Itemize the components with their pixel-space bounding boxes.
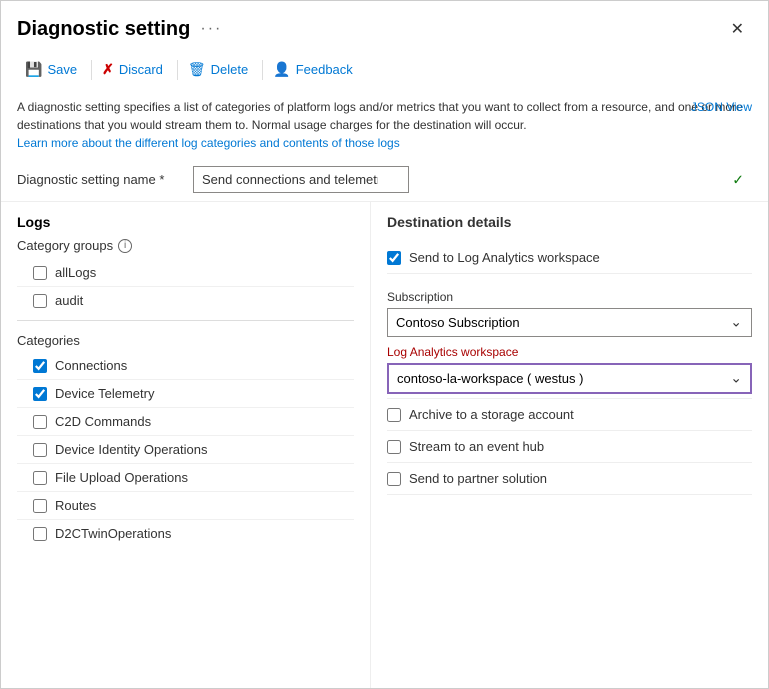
category-groups-list: allLogs audit [17, 259, 354, 314]
diagnostic-setting-dialog: Diagnostic setting ··· ✕ 💾 Save ✗ Discar… [0, 0, 769, 689]
event-hub-label[interactable]: Stream to an event hub [409, 439, 544, 454]
json-view-link[interactable]: JSON View [691, 98, 752, 116]
save-button[interactable]: 💾 Save [17, 57, 89, 82]
d2c-twin-checkbox[interactable] [33, 527, 47, 541]
subscription-select[interactable]: Contoso Subscription [387, 308, 752, 337]
title-ellipsis: ··· [200, 20, 222, 38]
discard-label: Discard [119, 62, 163, 77]
allLogs-checkbox[interactable] [33, 266, 47, 280]
destination-section-title: Destination details [387, 214, 752, 230]
subscription-label: Subscription [387, 290, 752, 304]
destination-row-event-hub: Stream to an event hub [387, 431, 752, 463]
storage-account-checkbox[interactable] [387, 408, 401, 422]
allLogs-label[interactable]: allLogs [55, 265, 96, 280]
feedback-icon: 👤 [273, 61, 290, 78]
list-item: Device Telemetry [17, 380, 354, 408]
subscription-select-wrapper: Contoso Subscription [387, 308, 752, 337]
categories-label: Categories [17, 333, 354, 348]
list-item: Device Identity Operations [17, 436, 354, 464]
list-item: allLogs [17, 259, 354, 287]
connections-label[interactable]: Connections [55, 358, 127, 373]
event-hub-checkbox[interactable] [387, 440, 401, 454]
routes-checkbox[interactable] [33, 499, 47, 513]
toolbar-separator-2 [177, 60, 178, 80]
partner-solution-checkbox[interactable] [387, 472, 401, 486]
d2c-twin-label[interactable]: D2CTwinOperations [55, 526, 171, 541]
info-description: A diagnostic setting specifies a list of… [17, 100, 743, 132]
discard-button[interactable]: ✗ Discard [94, 57, 175, 82]
workspace-select[interactable]: contoso-la-workspace ( westus ) [387, 363, 752, 394]
log-analytics-checkbox[interactable] [387, 251, 401, 265]
log-analytics-label[interactable]: Send to Log Analytics workspace [409, 250, 600, 265]
device-telemetry-checkbox[interactable] [33, 387, 47, 401]
device-identity-checkbox[interactable] [33, 443, 47, 457]
list-item: C2D Commands [17, 408, 354, 436]
setting-name-input-wrapper: ✓ [193, 166, 752, 193]
feedback-button[interactable]: 👤 Feedback [265, 57, 365, 82]
audit-label[interactable]: audit [55, 293, 83, 308]
close-button[interactable]: ✕ [723, 15, 752, 43]
list-item: D2CTwinOperations [17, 520, 354, 547]
right-panel: Destination details Send to Log Analytic… [371, 202, 768, 688]
left-panel: Logs Category groups i allLogs audit Cat… [1, 202, 371, 688]
save-icon: 💾 [25, 61, 42, 78]
list-item: Routes [17, 492, 354, 520]
divider-1 [17, 320, 354, 321]
learn-more-link[interactable]: Learn more about the different log categ… [17, 136, 400, 150]
category-groups-label: Category groups i [17, 238, 354, 253]
save-label: Save [47, 62, 77, 77]
title-bar: Diagnostic setting ··· ✕ [1, 1, 768, 51]
input-check-icon: ✓ [732, 171, 744, 188]
toolbar-separator-3 [262, 60, 263, 80]
workspace-select-wrapper: contoso-la-workspace ( westus ) [387, 363, 752, 394]
file-upload-label[interactable]: File Upload Operations [55, 470, 188, 485]
info-bar: JSON View A diagnostic setting specifies… [1, 90, 768, 156]
delete-button[interactable]: 🗑 Delete [180, 57, 260, 82]
destination-row-log-analytics: Send to Log Analytics workspace [387, 242, 752, 274]
storage-account-label[interactable]: Archive to a storage account [409, 407, 574, 422]
toolbar: 💾 Save ✗ Discard 🗑 Delete 👤 Feedback [1, 51, 768, 90]
main-content: Logs Category groups i allLogs audit Cat… [1, 202, 768, 688]
c2d-commands-label[interactable]: C2D Commands [55, 414, 151, 429]
delete-label: Delete [211, 62, 249, 77]
toolbar-separator-1 [91, 60, 92, 80]
setting-name-label: Diagnostic setting name * [17, 172, 177, 187]
dialog-title: Diagnostic setting [17, 18, 190, 41]
log-analytics-sub-fields: Subscription Contoso Subscription Log An… [387, 274, 752, 399]
routes-label[interactable]: Routes [55, 498, 96, 513]
setting-name-row: Diagnostic setting name * ✓ [1, 156, 768, 202]
discard-icon: ✗ [102, 61, 114, 78]
audit-checkbox[interactable] [33, 294, 47, 308]
logs-section-title: Logs [17, 214, 354, 230]
partner-solution-label[interactable]: Send to partner solution [409, 471, 547, 486]
delete-icon: 🗑 [188, 61, 206, 78]
device-telemetry-label[interactable]: Device Telemetry [55, 386, 154, 401]
destination-row-storage: Archive to a storage account [387, 399, 752, 431]
categories-list: Connections Device Telemetry C2D Command… [17, 352, 354, 547]
feedback-label: Feedback [296, 62, 353, 77]
category-groups-info-icon[interactable]: i [118, 239, 132, 253]
destination-row-partner: Send to partner solution [387, 463, 752, 495]
workspace-label: Log Analytics workspace [387, 345, 752, 359]
list-item: audit [17, 287, 354, 314]
c2d-commands-checkbox[interactable] [33, 415, 47, 429]
list-item: Connections [17, 352, 354, 380]
setting-name-input[interactable] [193, 166, 409, 193]
list-item: File Upload Operations [17, 464, 354, 492]
file-upload-checkbox[interactable] [33, 471, 47, 485]
connections-checkbox[interactable] [33, 359, 47, 373]
device-identity-label[interactable]: Device Identity Operations [55, 442, 207, 457]
